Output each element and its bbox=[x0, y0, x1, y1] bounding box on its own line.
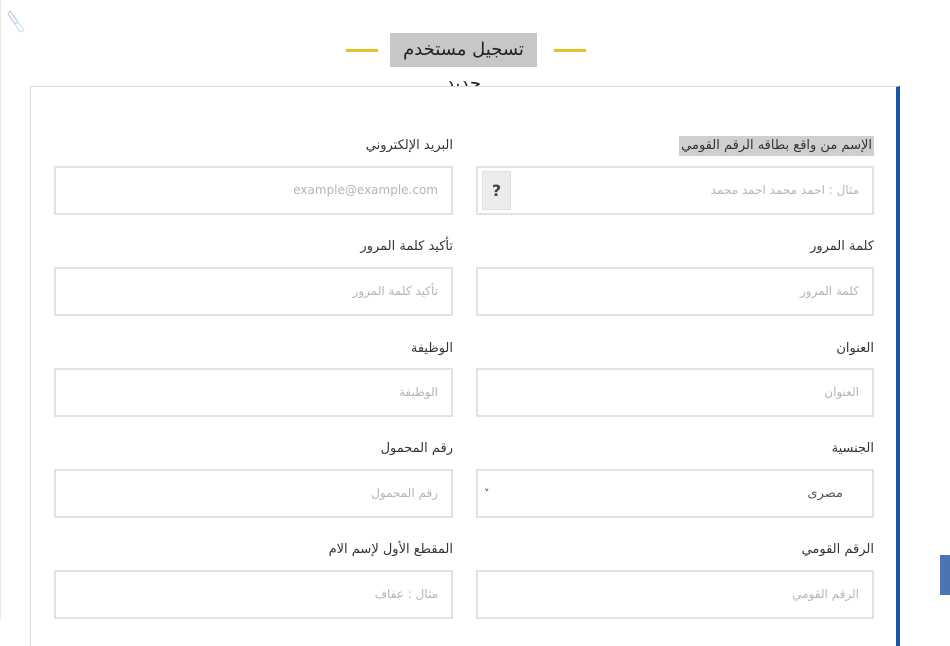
full-name-label: الإسم من واقع بطاقه الرقم القومي bbox=[679, 136, 874, 156]
nationality-selected-value: مصرى bbox=[807, 486, 843, 501]
password-label: كلمة المرور bbox=[810, 239, 874, 254]
job-label: الوظيفة bbox=[410, 341, 453, 356]
mother-name-input[interactable]: مثال : عفاف bbox=[54, 570, 453, 619]
title-decor-line-right bbox=[554, 49, 586, 52]
page-title: تسجيل مستخدم جديد bbox=[390, 33, 537, 94]
full-name-help-button[interactable]: ? bbox=[482, 171, 511, 210]
email-label: البريد الإلكتروني bbox=[365, 138, 453, 153]
side-feedback-tab[interactable] bbox=[940, 555, 950, 595]
address-label: العنوان bbox=[836, 341, 874, 356]
national-id-input[interactable]: الرقم القومي bbox=[476, 570, 874, 619]
page-header: تسجيل مستخدم جديد bbox=[0, 33, 950, 94]
confirm-password-label: تأكيد كلمة المرور bbox=[360, 239, 453, 254]
nationality-label: الجنسية bbox=[831, 441, 874, 456]
address-input[interactable]: العنوان bbox=[476, 368, 874, 417]
full-name-input[interactable]: مثال : احمد محمد احمد محمد bbox=[476, 166, 874, 215]
nationality-select[interactable]: مصرى ˅ bbox=[476, 469, 874, 518]
title-decor-line-left bbox=[346, 49, 378, 52]
password-input[interactable]: كلمة المرور bbox=[476, 267, 874, 316]
confirm-password-input[interactable]: تأكيد كلمة المرور bbox=[54, 267, 453, 316]
national-id-label: الرقم القومي bbox=[801, 542, 874, 557]
mother-name-label: المقطع الأول لإسم الام bbox=[328, 542, 453, 557]
mobile-input[interactable]: رقم المحمول bbox=[54, 469, 453, 518]
mobile-label: رقم المحمول bbox=[380, 441, 453, 456]
chevron-down-icon: ˅ bbox=[484, 487, 490, 500]
job-input[interactable]: الوظيفة bbox=[54, 368, 453, 417]
email-input[interactable]: example@example.com bbox=[54, 166, 453, 215]
page-left-edge bbox=[0, 0, 1, 620]
pen-logo-icon bbox=[7, 9, 25, 33]
